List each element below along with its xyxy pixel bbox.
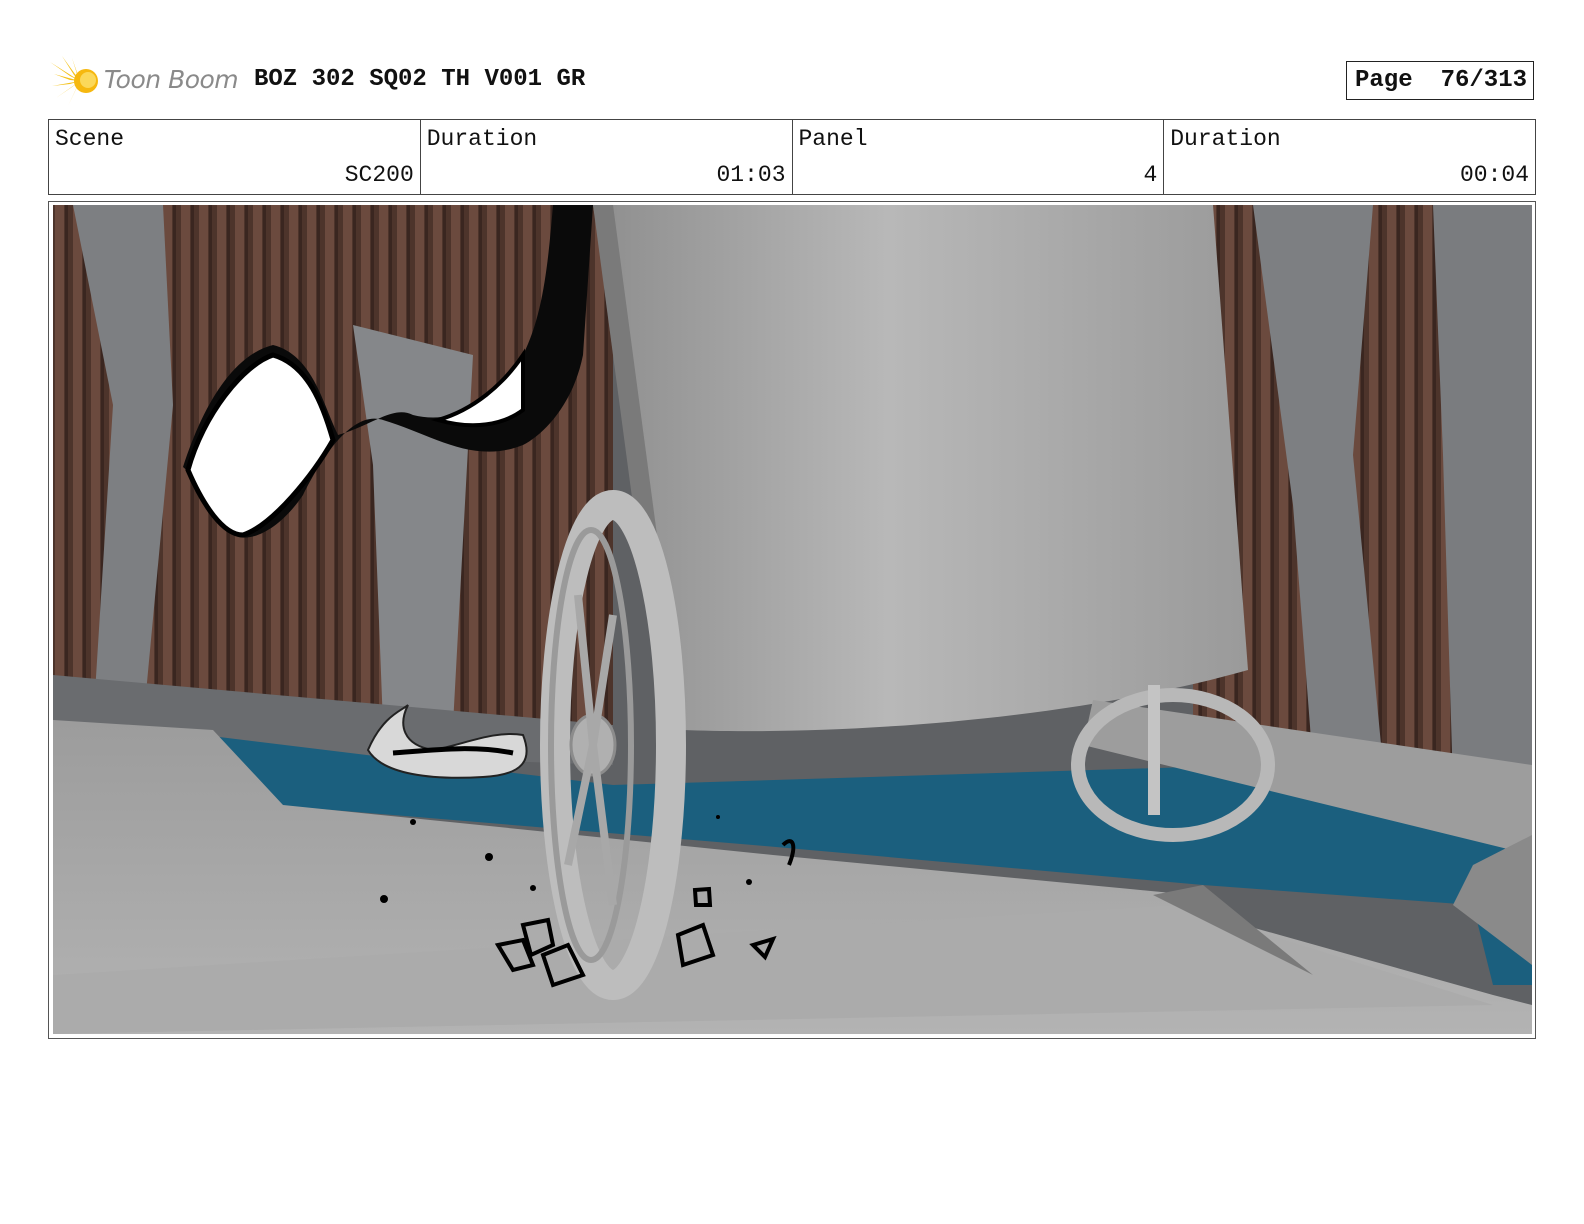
scene-duration-cell: Duration 01:03 <box>421 120 793 194</box>
page-number: 76/313 <box>1440 67 1527 94</box>
toon-boom-logo: Toon Boom <box>50 56 240 106</box>
back-wheel-spoke <box>1148 685 1160 815</box>
scene-cell: Scene SC200 <box>49 120 421 194</box>
panel-info-table: Scene SC200 Duration 01:03 Panel 4 Durat… <box>48 119 1536 195</box>
storyboard-panel-image <box>53 205 1532 1034</box>
scene-duration-label: Duration <box>426 126 538 152</box>
panel-label: Panel <box>798 126 868 152</box>
document-title: BOZ 302 SQ02 TH V001 GR <box>254 66 586 93</box>
scene-value: SC200 <box>344 162 414 188</box>
starburst-icon <box>50 56 98 106</box>
cave-scene-illustration <box>53 205 1532 1034</box>
logo-text: Toon Boom <box>104 65 239 94</box>
page-indicator: Page 76/313 <box>1346 61 1534 100</box>
panel-duration-cell: Duration 00:04 <box>1164 120 1535 194</box>
panel-cell: Panel 4 <box>793 120 1165 194</box>
wagon-body <box>593 205 1248 732</box>
panel-duration-value: 00:04 <box>1459 162 1529 188</box>
page-label: Page <box>1355 67 1413 94</box>
panel-value: 4 <box>1143 162 1158 188</box>
scene-label: Scene <box>55 126 125 152</box>
scene-duration-value: 01:03 <box>716 162 786 188</box>
panel-duration-label: Duration <box>1170 126 1281 152</box>
